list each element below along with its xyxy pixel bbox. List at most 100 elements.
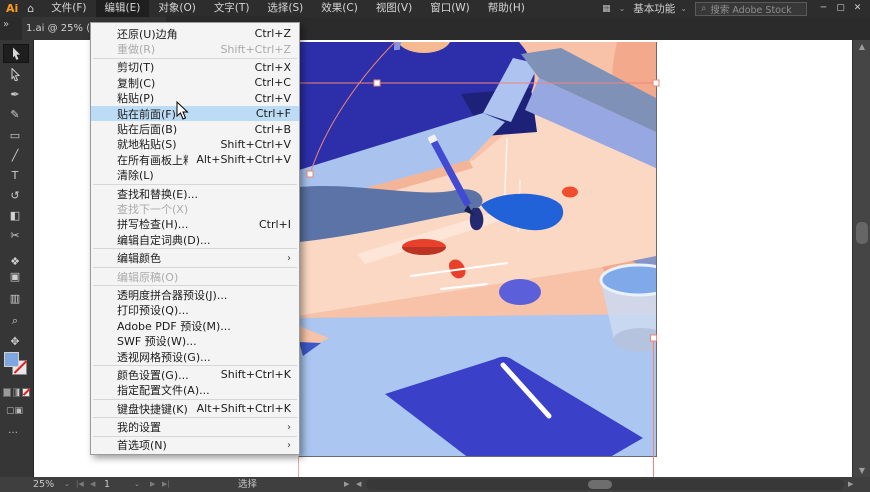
menu-item[interactable]: 指定配置文件(A)...: [91, 383, 299, 398]
minimize-button[interactable]: ─: [815, 0, 832, 17]
artboard-tool[interactable]: ▣: [3, 268, 27, 285]
tools-panel: ✒ ✎ ▭ ╱ T ↺ ◧ ✂ ❖ ▣ ▥ ⌕ ✥ ▢▣ …: [0, 40, 34, 477]
menu-item[interactable]: 就地粘贴(S) Shift+Ctrl+V: [91, 137, 299, 152]
menu-item[interactable]: 编辑自定词典(D)...: [91, 232, 299, 247]
close-button[interactable]: ✕: [849, 0, 866, 17]
curvature-tool[interactable]: ✎: [3, 106, 27, 123]
menubar-item[interactable]: 选择(S): [258, 0, 312, 17]
vertical-scrollbar[interactable]: ▲ ▼: [852, 40, 870, 477]
menu-item[interactable]: 剪切(T) Ctrl+X: [91, 60, 299, 75]
menu-item[interactable]: 编辑颜色 ›: [91, 250, 299, 265]
zoom-level-value[interactable]: 25%: [33, 477, 54, 492]
workspace-switcher[interactable]: 基本功能 ⌄: [633, 1, 687, 16]
scroll-up-icon[interactable]: ▲: [853, 42, 870, 51]
menu-separator: [91, 57, 299, 60]
scroll-down-icon[interactable]: ▼: [853, 466, 870, 475]
eraser-tool[interactable]: ◧: [3, 207, 27, 224]
horizontal-scroll-thumb[interactable]: [588, 480, 612, 489]
draw-mode-button[interactable]: ▢▣: [6, 406, 23, 416]
scroll-left-icon[interactable]: ◀: [356, 477, 361, 492]
maximize-button[interactable]: ▢: [832, 0, 849, 17]
menu-item[interactable]: 粘贴(P) Ctrl+V: [91, 91, 299, 106]
glass-rim: [599, 263, 679, 297]
type-tool[interactable]: T: [3, 167, 27, 184]
pen-tool[interactable]: ✒: [3, 86, 27, 103]
graph-tool[interactable]: ▥: [3, 290, 27, 307]
menu-item[interactable]: 在所有画板上粘贴(S) Alt+Shift+Ctrl+V: [91, 152, 299, 167]
menu-item[interactable]: 还原(U)边角 Ctrl+Z: [91, 26, 299, 41]
menu-item[interactable]: SWF 预设(W)...: [91, 333, 299, 348]
menu-item-shortcut: Ctrl+V: [254, 91, 291, 105]
color-button[interactable]: [3, 388, 11, 397]
next-artboard-button[interactable]: ▶: [150, 477, 155, 492]
menu-item-shortcut: Shift+Ctrl+Z: [220, 42, 291, 56]
gradient-button[interactable]: [12, 388, 21, 397]
menu-item-shortcut: Shift+Ctrl+V: [220, 137, 291, 151]
fill-stroke-swatches[interactable]: [4, 352, 28, 378]
rectangle-tool[interactable]: ▭: [3, 127, 27, 144]
menu-item[interactable]: 打印预设(Q)...: [91, 303, 299, 318]
menu-item-shortcut: Ctrl+Z: [254, 27, 291, 41]
menu-item[interactable]: 重做(R) Shift+Ctrl+Z: [91, 41, 299, 57]
menubar-item[interactable]: 文件(F): [42, 0, 95, 17]
menu-item[interactable]: 透明度拼合器预设(J)...: [91, 287, 299, 302]
menu-item-label: 编辑自定词典(D)...: [117, 233, 211, 247]
horizontal-scrollbar[interactable]: [366, 479, 844, 490]
artboard-artwork[interactable]: [299, 40, 679, 477]
home-icon[interactable]: ⌂: [25, 2, 42, 15]
menu-item[interactable]: Adobe PDF 预设(M)...: [91, 318, 299, 333]
menu-item[interactable]: 拼写检查(H)... Ctrl+I: [91, 217, 299, 232]
menu-item[interactable]: 键盘快捷键(K)... Alt+Shift+Ctrl+K: [91, 401, 299, 416]
workspace-label: 基本功能: [633, 3, 676, 15]
toolbar-collapse-icon[interactable]: »: [3, 19, 9, 30]
workspace-chevron-icon[interactable]: ⌄: [619, 4, 626, 13]
selection-tool[interactable]: [3, 44, 29, 63]
more-tools-button[interactable]: …: [8, 425, 19, 436]
scroll-right-icon[interactable]: ▶: [344, 477, 349, 492]
menubar-item[interactable]: 文字(T): [205, 0, 259, 17]
menubar-item[interactable]: 对象(O): [149, 0, 204, 17]
fill-color-swatch[interactable]: [4, 352, 19, 367]
zoom-tool[interactable]: ⌕: [3, 312, 27, 329]
menubar-item[interactable]: 效果(C): [312, 0, 367, 17]
scroll-right-end-icon[interactable]: ▶: [848, 477, 853, 492]
prev-artboard-button[interactable]: ◀: [90, 477, 95, 492]
rotate-tool[interactable]: ↺: [3, 187, 27, 204]
menu-item-label: 编辑颜色: [117, 252, 161, 266]
menubar-item[interactable]: 帮助(H): [479, 0, 534, 17]
none-color-button[interactable]: [22, 388, 31, 397]
stock-search-input[interactable]: ⌕ 搜索 Adobe Stock: [695, 1, 807, 16]
last-artboard-button[interactable]: ▶|: [162, 477, 170, 492]
menu-item[interactable]: 贴在前面(F) Ctrl+F: [91, 105, 299, 122]
artboard-chevron-icon[interactable]: ⌄: [134, 477, 140, 492]
zoom-chevron-icon[interactable]: ⌄: [64, 477, 70, 492]
direct-selection-tool[interactable]: [3, 66, 27, 83]
menu-item[interactable]: 编辑原稿(O): [91, 269, 299, 284]
menu-item[interactable]: 查找下一个(X): [91, 201, 299, 216]
menu-item-label: 我的设置: [117, 421, 161, 435]
menu-item[interactable]: 透视网格预设(G)...: [91, 349, 299, 364]
workspace-grid-icon[interactable]: ▦: [602, 4, 611, 14]
menu-item[interactable]: 贴在后面(B) Ctrl+B: [91, 121, 299, 137]
menu-item[interactable]: 首选项(N) ›: [91, 438, 299, 453]
menu-item[interactable]: 我的设置 ›: [91, 419, 299, 434]
line-segment-tool[interactable]: ╱: [3, 147, 27, 164]
menubar-item[interactable]: 窗口(W): [421, 0, 479, 17]
menu-bar: Ai ⌂ 文件(F) 编辑(E) 对象(O) 文字(T) 选择(S) 效果(C) 视图(V)…: [0, 0, 870, 17]
illustrator-logo-icon[interactable]: Ai: [0, 2, 25, 15]
menu-item[interactable]: 清除(L): [91, 168, 299, 183]
menu-item[interactable]: 查找和替换(E)...: [91, 186, 299, 201]
first-artboard-button[interactable]: |◀: [76, 477, 84, 492]
hand-tool[interactable]: ✥: [3, 333, 27, 350]
menubar-item[interactable]: 编辑(E): [95, 0, 150, 17]
menu-item-label: 贴在后面(B): [117, 123, 178, 137]
menu-item[interactable]: 复制(C) Ctrl+C: [91, 75, 299, 90]
scissors-tool[interactable]: ✂: [3, 227, 27, 244]
artboard-number-field[interactable]: 1: [104, 477, 110, 492]
menu-item-label: 就地粘贴(S): [117, 138, 177, 152]
menu-item-label: 透视网格预设(G)...: [117, 350, 211, 364]
menu-item[interactable]: 颜色设置(G)... Shift+Ctrl+K: [91, 367, 299, 382]
menubar-item[interactable]: 视图(V): [367, 0, 421, 17]
vertical-scroll-thumb[interactable]: [856, 222, 868, 244]
menu-separator: [91, 284, 299, 287]
